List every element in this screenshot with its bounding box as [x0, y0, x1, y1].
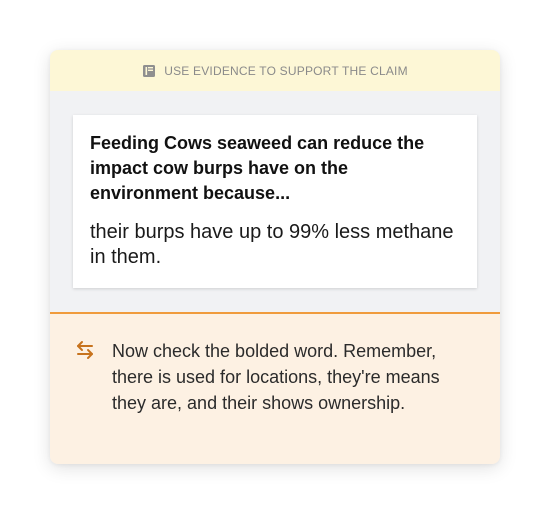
claim-box: Feeding Cows seaweed can reduce the impa… — [73, 115, 477, 288]
swap-arrows-icon — [74, 339, 96, 361]
claim-prompt: Feeding Cows seaweed can reduce the impa… — [90, 133, 425, 203]
activity-card: USE EVIDENCE TO SUPPORT THE CLAIM Feedin… — [50, 50, 500, 464]
instruction-banner: USE EVIDENCE TO SUPPORT THE CLAIM — [50, 50, 500, 91]
prompt-area: Feeding Cows seaweed can reduce the impa… — [50, 91, 500, 312]
book-icon — [142, 64, 156, 78]
feedback-panel: Now check the bolded word. Remember, the… — [50, 312, 500, 464]
response-input[interactable]: their burps have up to 99% less methane … — [90, 220, 461, 270]
feedback-text: Now check the bolded word. Remember, the… — [112, 341, 440, 413]
instruction-text: USE EVIDENCE TO SUPPORT THE CLAIM — [164, 63, 408, 78]
